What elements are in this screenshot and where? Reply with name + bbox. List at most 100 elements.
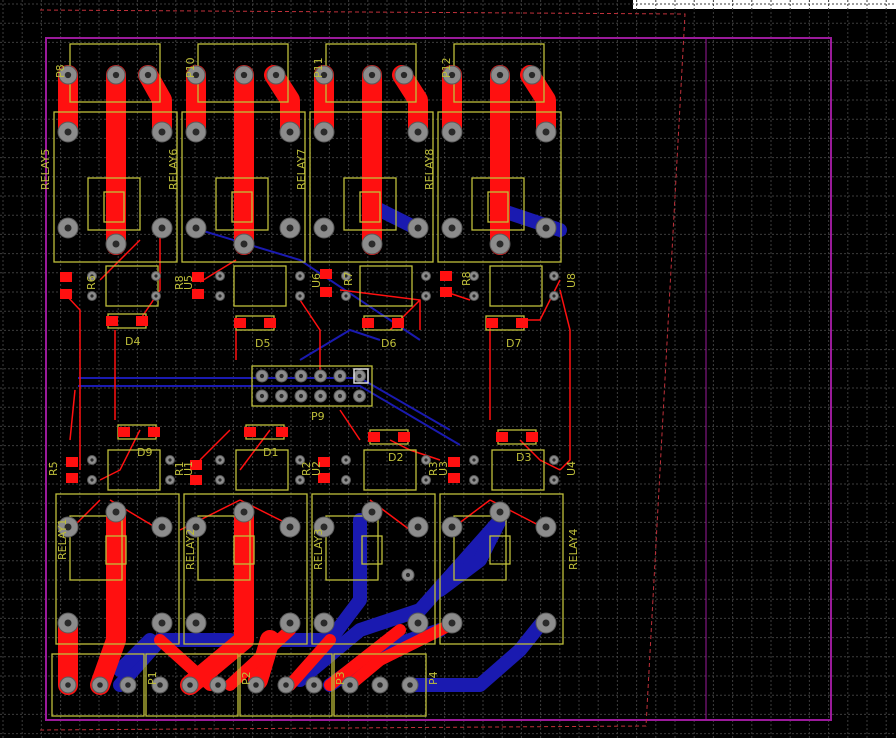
pad-hole xyxy=(283,682,289,688)
pad-hole xyxy=(368,240,376,248)
pad-hole xyxy=(298,294,302,298)
pad-hole xyxy=(158,128,166,136)
pad-hole xyxy=(298,373,304,379)
pad-hole xyxy=(298,274,302,278)
pad-hole xyxy=(405,572,411,578)
label-p3: P3 xyxy=(334,671,347,685)
pcb-layout-canvas[interactable]: RELAY5 RELAY6 RELAY7 RELAY8 RELAY1 RELAY… xyxy=(0,0,896,738)
smd-pad xyxy=(66,473,78,483)
pad-hole xyxy=(414,128,422,136)
optocoupler-outline xyxy=(105,265,159,307)
pad-hole xyxy=(168,458,172,462)
pad-hole xyxy=(377,682,383,688)
label-relay8: RELAY8 xyxy=(423,149,436,190)
label-relay1: RELAY1 xyxy=(56,519,69,560)
pad-hole xyxy=(286,619,294,627)
pad-hole xyxy=(424,294,428,298)
top-signal-trace xyxy=(339,289,421,330)
label-d5: D5 xyxy=(255,337,270,350)
pad-hole xyxy=(158,523,166,531)
pad-hole xyxy=(112,240,120,248)
label-relay3: RELAY3 xyxy=(312,529,325,570)
label-relay5: RELAY5 xyxy=(39,149,52,190)
label-u5: U5 xyxy=(182,275,195,290)
pad-hole xyxy=(542,128,550,136)
pad-hole xyxy=(552,274,556,278)
pad-hole xyxy=(158,224,166,232)
pad-hole xyxy=(112,71,120,79)
smd-pad xyxy=(362,318,374,328)
label-d3: D3 xyxy=(516,451,531,464)
pad-hole xyxy=(414,523,422,531)
smd-pad xyxy=(440,287,452,297)
pad-hole xyxy=(240,508,248,516)
pad-hole xyxy=(542,224,550,232)
pad-hole xyxy=(90,458,94,462)
pad-hole xyxy=(320,619,328,627)
pad-hole xyxy=(286,128,294,136)
smd-pad xyxy=(276,427,288,437)
pad-hole xyxy=(496,71,504,79)
pad-hole xyxy=(424,274,428,278)
pad-hole xyxy=(368,71,376,79)
pad-hole xyxy=(218,274,222,278)
pad-hole xyxy=(528,71,536,79)
smd-pad xyxy=(244,427,256,437)
label-u2: U2 xyxy=(310,461,323,476)
smd-pad xyxy=(66,457,78,467)
top-signal-trace xyxy=(99,429,141,481)
silkscreen-layer xyxy=(51,43,564,717)
label-d9: D9 xyxy=(137,446,152,459)
pad-hole xyxy=(424,458,428,462)
pad-hole xyxy=(320,128,328,136)
pad-hole xyxy=(448,619,456,627)
label-p2: P2 xyxy=(240,671,253,685)
top-signal-trace xyxy=(69,389,76,441)
pad-hole xyxy=(144,71,152,79)
label-p9: P9 xyxy=(311,410,325,423)
pad-hole xyxy=(552,478,556,482)
pad-hole xyxy=(286,523,294,531)
pad-hole xyxy=(552,294,556,298)
pad-hole xyxy=(192,224,200,232)
label-p4: P4 xyxy=(427,671,440,685)
label-relay4: RELAY4 xyxy=(567,529,580,570)
label-p11: P11 xyxy=(312,57,325,78)
pad-hole xyxy=(337,373,343,379)
top-signal-trace xyxy=(299,299,321,370)
pad-hole xyxy=(344,458,348,462)
label-p1: P1 xyxy=(146,671,159,685)
pad-hole xyxy=(125,682,131,688)
pad-hole xyxy=(357,393,362,399)
label-u3: U3 xyxy=(437,461,450,476)
pad-hole xyxy=(400,71,408,79)
smd-pad xyxy=(486,318,498,328)
smd-pad xyxy=(234,318,246,328)
top-signal-trace xyxy=(559,289,571,471)
pad-hole xyxy=(298,478,302,482)
pad-hole xyxy=(344,478,348,482)
pad-hole xyxy=(218,458,222,462)
pad-hole xyxy=(64,128,72,136)
label-relay7: RELAY7 xyxy=(295,149,308,190)
smd-pad xyxy=(516,318,528,328)
pad-hole xyxy=(64,224,72,232)
smd-pad xyxy=(398,432,410,442)
pad-hole xyxy=(496,240,504,248)
pad-hole xyxy=(320,224,328,232)
pad-hole xyxy=(347,682,353,688)
pad-hole xyxy=(552,458,556,462)
label-u4: U4 xyxy=(565,461,578,476)
label-p10: P10 xyxy=(184,57,197,78)
pad-hole xyxy=(542,523,550,531)
label-p12: P12 xyxy=(440,57,453,78)
pad-hole xyxy=(407,682,413,688)
smd-pad xyxy=(60,272,72,282)
pad-hole xyxy=(65,682,71,688)
label-d2: D2 xyxy=(388,451,403,464)
top-signal-trace xyxy=(199,429,231,461)
pad-hole xyxy=(154,274,158,278)
pad-hole xyxy=(472,458,476,462)
pad-hole xyxy=(240,240,248,248)
top-signal-trace xyxy=(65,294,81,470)
